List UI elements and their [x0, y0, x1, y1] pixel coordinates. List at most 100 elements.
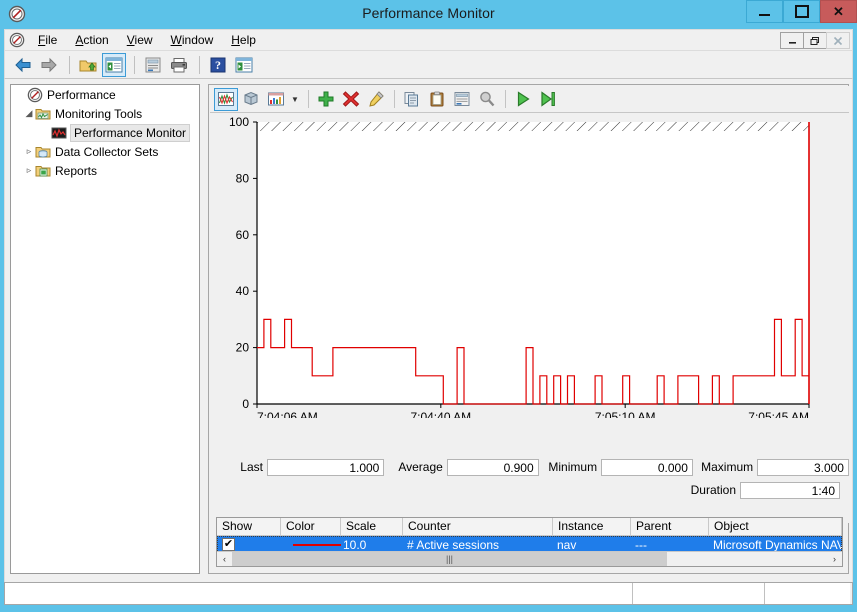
- update-data-icon[interactable]: [536, 88, 560, 111]
- menu-view[interactable]: View: [118, 31, 162, 49]
- mdi-close-button[interactable]: [826, 32, 850, 49]
- minimize-button[interactable]: [746, 0, 783, 23]
- view-graph-icon[interactable]: [214, 88, 238, 111]
- svg-text:20: 20: [236, 341, 250, 355]
- chevron-down-icon[interactable]: ▼: [289, 95, 301, 104]
- legend-parent-cell: ---: [631, 538, 709, 552]
- view-log-data-icon[interactable]: [239, 88, 263, 111]
- add-counter-icon[interactable]: [314, 88, 338, 111]
- scroll-right-icon[interactable]: ›: [827, 552, 842, 566]
- svg-text:7:05:45 AM: 7:05:45 AM: [748, 410, 809, 418]
- average-label: Average: [384, 460, 446, 474]
- copy-properties-icon[interactable]: [400, 88, 424, 111]
- mdi-window-controls: [781, 32, 850, 49]
- menu-window[interactable]: Window: [162, 31, 223, 49]
- legend-show-cell[interactable]: ✔: [217, 538, 281, 551]
- legend-scale-cell: 10.0: [341, 538, 403, 552]
- legend-header-counter[interactable]: Counter: [403, 518, 553, 536]
- duration-value: 1:40: [740, 482, 840, 499]
- menu-file[interactable]: File: [29, 31, 66, 49]
- zoom-icon[interactable]: [475, 88, 499, 111]
- tree-item-reports[interactable]: ▹ Reports: [11, 161, 199, 180]
- legend-header-instance[interactable]: Instance: [553, 518, 631, 536]
- tree-label: Performance: [47, 87, 116, 103]
- properties-icon[interactable]: [141, 53, 165, 77]
- svg-text:7:05:10 AM: 7:05:10 AM: [595, 410, 656, 418]
- graph-toolbar-separator: [505, 90, 506, 108]
- delete-counter-icon[interactable]: [339, 88, 363, 111]
- tree-label: Monitoring Tools: [55, 106, 142, 122]
- toolbar-separator: [199, 56, 200, 74]
- legend-header-object[interactable]: Object: [709, 518, 842, 536]
- color-swatch: [293, 544, 341, 546]
- close-button[interactable]: ✕: [820, 0, 857, 23]
- duration-label: Duration: [670, 483, 740, 497]
- svg-text:?: ?: [215, 58, 221, 72]
- tree-item-monitoring-tools[interactable]: ◢ Monitoring Tools: [11, 104, 199, 123]
- console-tree[interactable]: Performance ◢ Monitoring Tools: [10, 84, 200, 574]
- highlight-icon[interactable]: [364, 88, 388, 111]
- legend-horizontal-scrollbar[interactable]: ‹ ||| ›: [217, 551, 842, 566]
- print-icon[interactable]: [167, 53, 191, 77]
- legend-header-show[interactable]: Show: [217, 518, 281, 536]
- tree-label: Reports: [55, 163, 97, 179]
- expand-twisty-icon[interactable]: ▹: [23, 146, 35, 157]
- tree-item-data-collector-sets[interactable]: ▹ Data Collector Sets: [11, 142, 199, 161]
- pane-splitter[interactable]: [202, 84, 206, 574]
- statistics-line-1: Last 1.000 Average 0.900 Minimum 0.000 M…: [210, 457, 849, 477]
- svg-text:100: 100: [229, 115, 249, 129]
- scroll-thumb[interactable]: |||: [232, 552, 667, 566]
- legend-header-color[interactable]: Color: [281, 518, 341, 536]
- svg-text:7:04:06 AM: 7:04:06 AM: [257, 410, 318, 418]
- svg-text:60: 60: [236, 228, 250, 242]
- legend-color-cell[interactable]: [281, 544, 341, 546]
- status-bar: [4, 582, 853, 605]
- tree-item-performance[interactable]: Performance: [11, 85, 199, 104]
- menu-file-label: ile: [45, 33, 57, 47]
- no-entry-icon: [9, 32, 25, 48]
- show-checkbox[interactable]: ✔: [222, 538, 235, 551]
- window-title: Performance Monitor: [0, 5, 857, 21]
- paste-counter-list-icon[interactable]: [425, 88, 449, 111]
- forward-icon[interactable]: [37, 53, 61, 77]
- mdi-restore-button[interactable]: [803, 32, 827, 49]
- scroll-left-icon[interactable]: ‹: [217, 552, 232, 566]
- folder-reports-icon: [35, 163, 51, 179]
- tree-item-performance-monitor[interactable]: Performance Monitor: [11, 123, 199, 142]
- counter-legend[interactable]: Show Color Scale Counter Instance Parent…: [216, 517, 843, 567]
- status-pane-2: [633, 583, 765, 604]
- minimum-label: Minimum: [539, 460, 601, 474]
- svg-text:80: 80: [236, 171, 250, 185]
- mdi-minimize-button[interactable]: [780, 32, 804, 49]
- up-folder-icon[interactable]: [76, 53, 100, 77]
- performance-chart[interactable]: 020406080100 7:04:06 AM7:04:40 AM7:05:10…: [210, 113, 849, 418]
- back-icon[interactable]: [11, 53, 35, 77]
- collapse-twisty-icon[interactable]: ◢: [23, 108, 35, 119]
- graph-pane: ▼: [208, 84, 849, 574]
- menu-action[interactable]: Action: [66, 31, 117, 49]
- new-window-icon[interactable]: [232, 53, 256, 77]
- show-console-tree-icon[interactable]: [102, 53, 126, 77]
- legend-header-scale[interactable]: Scale: [341, 518, 403, 536]
- change-graph-type-icon[interactable]: [264, 88, 288, 111]
- menu-help[interactable]: Help: [222, 31, 265, 49]
- legend-header-row: Show Color Scale Counter Instance Parent…: [217, 518, 842, 536]
- menu-bar: File Action View Window Help: [4, 29, 853, 51]
- window-controls: ✕: [746, 0, 857, 23]
- scroll-track[interactable]: |||: [232, 552, 827, 566]
- legend-header-parent[interactable]: Parent: [631, 518, 709, 536]
- maximum-value: 3.000: [757, 459, 849, 476]
- svg-text:0: 0: [242, 397, 249, 411]
- maximize-button[interactable]: [783, 0, 820, 23]
- properties-icon[interactable]: [450, 88, 474, 111]
- graph-toolbar: ▼: [210, 86, 849, 113]
- minimum-value: 0.000: [601, 459, 693, 476]
- help-icon[interactable]: ?: [206, 53, 230, 77]
- graph-toolbar-separator: [308, 90, 309, 108]
- last-value: 1.000: [267, 459, 384, 476]
- status-pane-1: [5, 583, 633, 604]
- expand-twisty-icon[interactable]: ▹: [23, 165, 35, 176]
- freeze-display-icon[interactable]: [511, 88, 535, 111]
- last-label: Last: [210, 460, 267, 474]
- folder-data-icon: [35, 144, 51, 160]
